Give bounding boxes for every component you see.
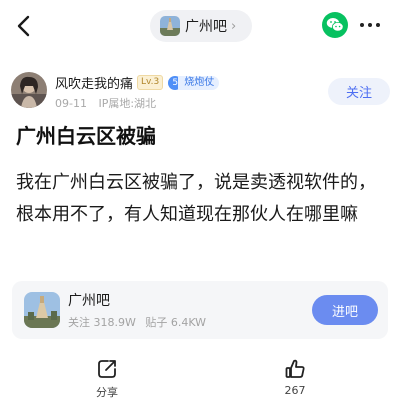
like-action[interactable]: 267 <box>265 358 325 402</box>
wechat-share-button[interactable] <box>322 12 348 38</box>
post-body: 我在广州白云区被骗了，说是卖透视软件的，根本用不了，有人知道现在那伙人在哪里嘛 <box>16 172 376 225</box>
more-dot <box>360 23 364 27</box>
chevron-right-icon: › <box>231 18 237 34</box>
forum-card-avatar <box>24 292 60 328</box>
forum-card-name: 广州吧 <box>68 293 110 309</box>
author-name[interactable]: 风吹走我的痛 <box>55 73 133 92</box>
forum-followers: 关注 318.9W <box>68 316 136 329</box>
post-date: 09-11 <box>55 97 87 110</box>
more-dot <box>368 23 372 27</box>
post-title: 广州白云区被骗 <box>16 124 156 148</box>
author-line: 风吹走我的痛 Lv.3 5 烧炮仗 <box>55 73 220 92</box>
follow-button[interactable]: 关注 <box>328 78 390 105</box>
forum-pill-name: 广州吧 <box>185 19 227 35</box>
more-options-button[interactable] <box>360 23 380 27</box>
share-label: 分享 <box>96 386 118 399</box>
forum-avatar <box>160 16 180 36</box>
share-action[interactable]: 分享 <box>77 358 137 402</box>
rank-badge: 5 烧炮仗 <box>168 75 220 90</box>
enter-forum-button[interactable]: 进吧 <box>312 295 378 325</box>
forum-posts: 贴子 6.4KW <box>145 316 207 329</box>
chevron-left-icon <box>17 15 30 37</box>
level-badge: Lv.3 <box>137 75 164 90</box>
share-icon <box>98 360 116 378</box>
like-count: 267 <box>284 384 306 397</box>
author-avatar[interactable] <box>11 72 47 108</box>
top-nav-bar: 广州吧 › <box>0 0 400 52</box>
back-button[interactable] <box>10 12 38 40</box>
rank-title: 烧炮仗 <box>178 75 220 90</box>
wechat-icon <box>326 18 344 32</box>
post-meta: 09-11 IP属地:湖北 <box>55 95 156 111</box>
ip-location: IP属地:湖北 <box>98 97 157 110</box>
thumbs-up-icon <box>285 359 305 378</box>
more-dot <box>376 23 380 27</box>
forum-pill-button[interactable]: 广州吧 › <box>150 10 252 42</box>
forum-card[interactable]: 广州吧 关注 318.9W 贴子 6.4KW 进吧 <box>12 281 388 339</box>
post-detail-page: 广州吧 › 风吹走我的痛 Lv.3 5 烧炮仗 09-11 IP属地:湖北 关注… <box>0 0 400 411</box>
forum-card-stats: 关注 318.9W 贴子 6.4KW <box>68 314 206 330</box>
